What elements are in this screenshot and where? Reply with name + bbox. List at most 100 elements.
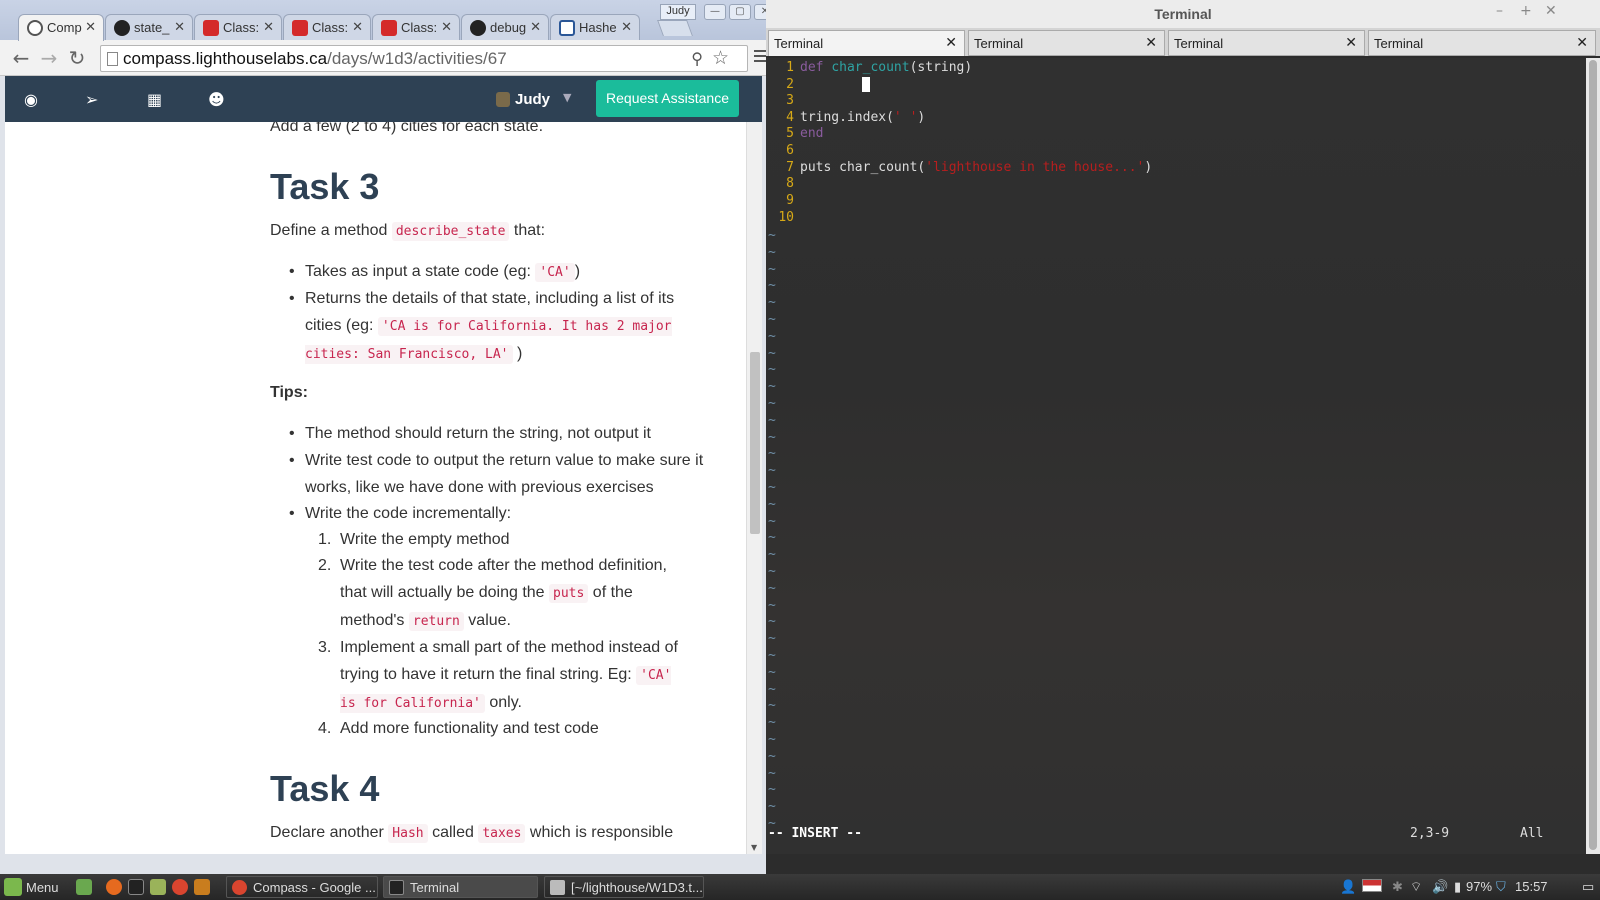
cursor-position: 2,3-9 — [1410, 826, 1450, 841]
battery-icon[interactable]: ▮ — [1454, 879, 1461, 895]
wifi-icon[interactable]: ⌔ — [1410, 879, 1422, 895]
show-desktop-icon[interactable]: ▭ — [1582, 879, 1594, 895]
page-content: Add a few (2 to 4) cities for each state… — [5, 122, 746, 854]
clock[interactable]: 15:57 — [1515, 879, 1548, 894]
maximize-icon[interactable]: ▢ — [729, 4, 751, 20]
user-menu[interactable]: Judy — [515, 91, 550, 108]
taskbar-window-editor[interactable]: [~/lighthouse/W1D3.t... — [544, 876, 704, 898]
github-icon — [470, 20, 486, 36]
minimize-icon[interactable]: – — [1496, 3, 1503, 19]
request-assistance-button[interactable]: Request Assistance — [596, 80, 739, 117]
tilde-marker: ~ — [768, 765, 776, 781]
site-navbar: ◉ ➢ ▦ ☻ Judy ▼ Request Assistance — [5, 76, 762, 122]
terminal-tab-2[interactable]: Terminal ✕ — [968, 30, 1165, 56]
scrollbar-thumb[interactable] — [750, 352, 760, 534]
close-tab-icon[interactable]: ✕ — [263, 19, 274, 35]
tab-class-3[interactable]: Class: ✕ — [372, 14, 460, 40]
mint-logo-icon — [4, 878, 22, 896]
tilde-marker: ~ — [768, 799, 776, 815]
tilde-marker: ~ — [768, 614, 776, 630]
tilde-marker: ~ — [768, 278, 776, 294]
scroll-down-icon[interactable]: ▼ — [751, 843, 757, 852]
star-icon[interactable]: ☆ — [712, 47, 729, 70]
show-desktop-icon[interactable] — [76, 879, 92, 895]
lead-text: Add a few (2 to 4) cities for each state… — [270, 122, 544, 135]
tab-class-2[interactable]: Class: ✕ — [283, 14, 371, 40]
tilde-marker: ~ — [768, 261, 776, 277]
forward-icon[interactable]: → — [38, 46, 60, 70]
folder-icon[interactable] — [150, 879, 166, 895]
tab-compass[interactable]: Comp ✕ — [18, 14, 104, 41]
tab-strip: Comp ✕ state_ ✕ Class: ✕ Class: ✕ Class:… — [0, 0, 782, 41]
close-tab-icon[interactable]: ✕ — [1345, 34, 1357, 51]
tilde-marker: ~ — [768, 648, 776, 663]
profile-badge[interactable]: Judy — [660, 4, 696, 20]
close-tab-icon[interactable]: ✕ — [1576, 34, 1588, 51]
tilde-marker: ~ — [768, 748, 776, 764]
page-scrollbar[interactable]: ▼ — [746, 122, 762, 854]
tilde-marker: ~ — [768, 228, 776, 243]
maximize-icon[interactable]: + — [1520, 3, 1532, 19]
tab-hashes[interactable]: Hashe ✕ — [550, 14, 640, 40]
shield-icon[interactable]: ⛉ — [1496, 879, 1506, 895]
tab-state[interactable]: state_ ✕ — [105, 14, 193, 40]
us-flag-icon[interactable] — [1362, 879, 1382, 892]
scrollbar-thumb[interactable] — [1589, 60, 1597, 850]
search-icon[interactable]: ⚲ — [691, 49, 703, 69]
tab-class-1[interactable]: Class: ✕ — [194, 14, 282, 40]
calendar-icon[interactable]: ▦ — [147, 90, 162, 109]
tilde-marker: ~ — [768, 681, 776, 697]
close-tab-icon[interactable]: ✕ — [352, 19, 363, 35]
tilde-marker: ~ — [768, 362, 776, 378]
thumbs-icon — [292, 20, 308, 36]
terminal-tab-1[interactable]: Terminal ✕ — [768, 30, 965, 56]
list-item: 2. Write the test code after the method … — [318, 557, 667, 631]
chrome-icon[interactable] — [172, 879, 188, 895]
tilde-marker: ~ — [768, 244, 776, 260]
reload-icon[interactable]: ↻ — [66, 46, 88, 70]
close-tab-icon[interactable]: ✕ — [174, 19, 185, 35]
avatar[interactable] — [496, 92, 510, 107]
send-icon[interactable]: ➢ — [85, 90, 98, 109]
firefox-icon[interactable] — [106, 879, 122, 895]
terminal-tab-3[interactable]: Terminal ✕ — [1168, 30, 1365, 56]
close-tab-icon[interactable]: ✕ — [1145, 34, 1157, 51]
terminal-title: Terminal — [766, 0, 1600, 28]
volume-icon[interactable]: 🔊 — [1432, 879, 1448, 895]
close-tab-icon[interactable]: ✕ — [945, 34, 957, 51]
compass-icon[interactable]: ◉ — [24, 90, 38, 109]
chevron-down-icon[interactable]: ▼ — [563, 91, 571, 104]
tilde-marker: ~ — [768, 446, 776, 462]
tilde-marker: ~ — [768, 295, 776, 311]
bluetooth-icon[interactable]: ✱ — [1392, 879, 1403, 895]
terminal-icon[interactable] — [128, 879, 144, 895]
tab-debug[interactable]: debug ✕ — [461, 14, 549, 40]
sublime-icon[interactable] — [194, 879, 210, 895]
thumbs-icon — [381, 20, 397, 36]
terminal-scrollbar[interactable] — [1586, 58, 1600, 854]
vim-editor[interactable]: 1 def char_count(string) 2 3 4 tring.ind… — [766, 58, 1586, 854]
user-icon[interactable]: 👤 — [1340, 879, 1356, 895]
users-icon[interactable]: ☻ — [208, 90, 225, 109]
list-item: Write the code incrementally: — [289, 500, 705, 527]
vim-mode-indicator: -- INSERT -- — [768, 826, 862, 841]
new-tab-button[interactable] — [657, 20, 693, 36]
tilde-marker: ~ — [768, 530, 776, 546]
start-menu-button[interactable]: Menu — [4, 878, 59, 896]
taskbar-window-terminal[interactable]: Terminal — [383, 876, 538, 898]
minimize-icon[interactable]: — — [704, 4, 726, 20]
back-icon[interactable]: ← — [10, 46, 32, 70]
close-tab-icon[interactable]: ✕ — [441, 19, 452, 35]
chrome-icon — [232, 880, 247, 895]
terminal-tab-4[interactable]: Terminal ✕ — [1368, 30, 1596, 56]
close-window-icon[interactable]: ✕ — [1545, 3, 1557, 19]
terminal-tab-bar: Terminal ✕ Terminal ✕ Terminal ✕ Terminal ✕ — [766, 28, 1600, 56]
taskbar: Menu Compass - Google ... Terminal [~/li… — [0, 874, 1600, 900]
tilde-marker: ~ — [768, 715, 776, 731]
list-item: 4. Add more functionality and test code — [318, 720, 599, 737]
close-tab-icon[interactable]: ✕ — [530, 19, 541, 35]
close-tab-icon[interactable]: ✕ — [85, 19, 96, 35]
taskbar-window-chrome[interactable]: Compass - Google ... — [226, 876, 378, 898]
address-bar[interactable]: compass.lighthouselabs.ca/days/w1d3/acti… — [100, 45, 748, 72]
close-tab-icon[interactable]: ✕ — [621, 19, 632, 35]
